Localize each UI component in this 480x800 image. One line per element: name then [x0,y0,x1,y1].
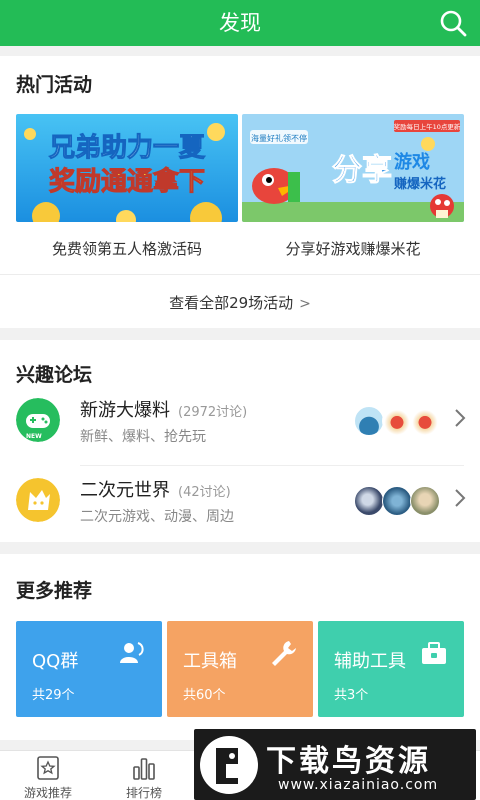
toolbox-icon [422,642,446,664]
forum-count: (42讨论) [178,485,231,500]
avatar [382,486,412,516]
nav-label: 排行榜 [125,786,162,800]
forum-item-anime[interactable]: 二次元世界 (42讨论) 二次元游戏、动漫、周边 [0,464,480,544]
nav-label: 游戏推荐 [23,786,72,800]
more-recommendations-section: 更多推荐 QQ群 共29个 工具箱 共60个 辅助工具 共3个 [0,554,480,740]
svg-text:兄弟助力一夏: 兄弟助力一夏 [49,132,206,162]
avatar [354,486,384,516]
chevron-right-icon [455,409,466,427]
wrench-icon [272,641,296,666]
activity-banner-1[interactable]: 兄弟助力一夏 奖励通通拿下 [16,114,238,222]
forum-name: 新游大爆料 (2972讨论) [80,400,248,421]
page-title: 发现 [219,11,261,35]
card-title: QQ群 [32,651,79,672]
card-toolbox[interactable]: 工具箱 共60个 [167,621,313,717]
nav-game-recommend[interactable]: 游戏推荐 [0,755,96,800]
star-icon [37,756,59,780]
forum-item-new-games[interactable]: NEW 新游大爆料 (2972讨论) 新鲜、爆料、抢先玩 [0,384,480,464]
avatar [410,406,440,436]
card-qq-group[interactable]: QQ群 共29个 [16,621,162,717]
watermark-text: 下载鸟资源 [266,744,431,779]
view-all-label: 查看全部29场活动 [169,294,294,312]
nav-ranking[interactable]: 排行榜 [96,755,192,800]
card-count: 共29个 [32,688,75,703]
card-helper-tools[interactable]: 辅助工具 共3个 [318,621,464,717]
banner-caption-1[interactable]: 免费领第五人格激活码 [16,238,238,259]
forum-tags: 二次元游戏、动漫、周边 [80,509,234,525]
avatar [382,406,412,436]
svg-text:分享: 分享 [332,153,392,188]
section-title-forum: 兴趣论坛 [16,364,93,386]
svg-text:赚爆米花: 赚爆米花 [393,176,446,192]
svg-text:奖励通通拿下: 奖励通通拿下 [49,166,205,196]
chevron-right-icon: > [299,296,311,312]
forum-count: (2972讨论) [178,405,248,420]
banner-art-1: 兄弟助力一夏 奖励通通拿下 [16,114,238,222]
anime-icon [16,478,60,522]
forum-tags: 新鲜、爆料、抢先玩 [80,429,206,445]
section-title-hot: 热门活动 [16,74,93,96]
banner-caption-2[interactable]: 分享好游戏赚爆米花 [242,238,464,259]
svg-text:NEW: NEW [26,433,42,440]
view-all-activities-link[interactable]: 查看全部29场活动 > [0,292,480,313]
card-title: 工具箱 [183,651,237,672]
svg-text:海量好礼领不停: 海量好礼领不停 [251,133,307,143]
section-title-more: 更多推荐 [16,580,93,602]
forum-avatars [354,406,440,436]
avatar [410,486,440,516]
card-count: 共3个 [334,688,369,703]
divider [0,274,480,275]
hot-activities-section: 热门活动 兄弟助力一夏 奖励通通拿下 海量好礼领不停 奖励每日上午10点更新 分… [0,56,480,328]
search-icon[interactable] [438,8,468,38]
bird-logo-icon [200,736,258,794]
svg-text:奖励每日上午10点更新: 奖励每日上午10点更新 [394,122,461,131]
card-count: 共60个 [183,688,226,703]
interest-forum-section: 兴趣论坛 NEW 新游大爆料 (2972讨论) 新鲜、爆料、抢先玩 二次元世界 (4… [0,340,480,542]
qq-group-icon [120,642,144,663]
watermark: 下载鸟资源 www.xiazainiao.com [194,729,476,800]
forum-name: 二次元世界 (42讨论) [80,480,231,501]
chevron-right-icon [455,489,466,507]
bar-chart-icon [133,758,155,780]
app-header: 发现 [0,0,480,46]
avatar [354,406,384,436]
banner-art-2: 海量好礼领不停 奖励每日上午10点更新 分享 游戏 赚爆米花 [242,114,464,222]
forum-avatars [354,486,440,516]
svg-text:游戏: 游戏 [394,151,430,173]
new-game-icon: NEW [16,398,60,442]
activity-banner-2[interactable]: 海量好礼领不停 奖励每日上午10点更新 分享 游戏 赚爆米花 [242,114,464,222]
card-title: 辅助工具 [334,651,406,672]
watermark-url: www.xiazainiao.com [278,777,439,793]
